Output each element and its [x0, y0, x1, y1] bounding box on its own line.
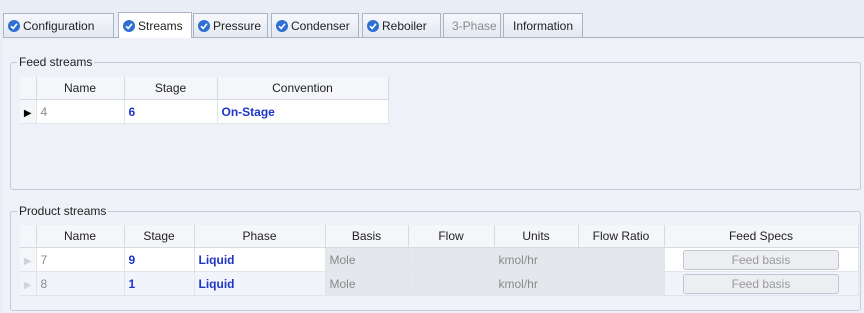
- product-name-cell[interactable]: 8: [36, 271, 125, 296]
- row-selector[interactable]: ▶: [20, 247, 37, 272]
- product-units-cell: kmol/hr: [494, 247, 579, 272]
- column-header-phase[interactable]: Phase: [194, 225, 326, 248]
- feed-streams-title: Feed streams: [17, 55, 95, 69]
- column-header-basis[interactable]: Basis: [325, 225, 409, 248]
- tab-label: Reboiler: [382, 18, 427, 33]
- tab-condenser[interactable]: Condenser: [271, 13, 359, 37]
- row-selector[interactable]: ▶: [20, 99, 37, 124]
- tab-configuration[interactable]: Configuration: [3, 13, 114, 37]
- row-selector[interactable]: ▶: [20, 271, 37, 296]
- product-grid-header: Name Stage Phase Basis Flow Units Flow R…: [20, 225, 859, 248]
- feed-convention-cell[interactable]: On-Stage: [217, 99, 389, 124]
- feed-name-cell[interactable]: 4: [36, 99, 125, 124]
- table-row[interactable]: ▶ 8 1 Liquid Mole kmol/hr Feed basis: [20, 271, 859, 296]
- column-header-stage[interactable]: Stage: [124, 225, 195, 248]
- product-streams-title: Product streams: [17, 204, 109, 218]
- product-basis-cell: Mole: [325, 247, 409, 272]
- column-header-flow-ratio[interactable]: Flow Ratio: [578, 225, 665, 248]
- feed-streams-group: Feed streams Name Stage Convention ▶ 4 6…: [10, 55, 861, 190]
- product-units-cell: kmol/hr: [494, 271, 579, 296]
- row-selector-header: [20, 77, 37, 100]
- tab-3-phase[interactable]: 3-Phase: [443, 13, 501, 37]
- tab-label: Pressure: [213, 18, 262, 33]
- row-arrow-icon: ▶: [23, 279, 32, 291]
- tab-label: Condenser: [291, 18, 350, 33]
- product-phase-cell[interactable]: Liquid: [194, 247, 326, 272]
- table-row[interactable]: ▶ 4 6 On-Stage: [20, 99, 389, 124]
- product-stage-cell[interactable]: 1: [124, 271, 195, 296]
- product-streams-group: Product streams Name Stage Phase Basis F…: [10, 204, 861, 311]
- tab-label: Information: [513, 18, 574, 33]
- product-basis-cell: Mole: [325, 271, 409, 296]
- tab-streams[interactable]: Streams: [118, 12, 192, 38]
- product-streams-grid: Name Stage Phase Basis Flow Units Flow R…: [20, 225, 859, 296]
- tab-pressure[interactable]: Pressure: [193, 13, 268, 37]
- tab-reboiler[interactable]: Reboiler: [362, 13, 441, 37]
- product-feed-specs-cell: Feed basis: [664, 271, 859, 296]
- row-selector-header: [20, 225, 37, 248]
- column-header-name[interactable]: Name: [36, 225, 125, 248]
- product-stage-cell[interactable]: 9: [124, 247, 195, 272]
- column-header-convention[interactable]: Convention: [217, 77, 389, 100]
- check-circle-icon: [276, 19, 288, 32]
- row-arrow-icon: ▶: [23, 255, 32, 267]
- check-circle-icon: [198, 19, 210, 32]
- product-name-cell[interactable]: 7: [36, 247, 125, 272]
- product-flow-ratio-cell: [578, 247, 665, 272]
- streams-panel: Feed streams Name Stage Convention ▶ 4 6…: [3, 37, 864, 313]
- product-flow-ratio-cell: [578, 271, 665, 296]
- tab-label: Streams: [138, 18, 183, 33]
- tab-label: Configuration: [23, 18, 95, 33]
- current-row-arrow-icon: ▶: [23, 107, 32, 119]
- check-circle-icon: [123, 19, 135, 32]
- feed-basis-button[interactable]: Feed basis: [683, 249, 839, 270]
- column-header-flow[interactable]: Flow: [408, 225, 495, 248]
- product-feed-specs-cell: Feed basis: [664, 247, 859, 272]
- table-row[interactable]: ▶ 7 9 Liquid Mole kmol/hr Feed basis: [20, 247, 859, 272]
- product-flow-cell: [408, 271, 495, 296]
- feed-stage-cell[interactable]: 6: [124, 99, 218, 124]
- feed-grid-header: Name Stage Convention: [20, 77, 389, 100]
- product-flow-cell: [408, 247, 495, 272]
- column-header-stage[interactable]: Stage: [124, 77, 218, 100]
- column-header-name[interactable]: Name: [36, 77, 125, 100]
- feed-basis-button[interactable]: Feed basis: [683, 273, 839, 294]
- tab-information[interactable]: Information: [503, 13, 583, 37]
- product-phase-cell[interactable]: Liquid: [194, 271, 326, 296]
- tab-label: 3-Phase: [452, 18, 497, 33]
- check-circle-icon: [8, 19, 20, 32]
- column-header-feed-specs[interactable]: Feed Specs: [664, 225, 859, 248]
- feed-streams-grid: Name Stage Convention ▶ 4 6 On-Stage: [20, 77, 389, 124]
- tab-bar: Configuration Streams Pressure Condenser…: [3, 12, 864, 38]
- check-circle-icon: [367, 19, 379, 32]
- column-header-units[interactable]: Units: [494, 225, 579, 248]
